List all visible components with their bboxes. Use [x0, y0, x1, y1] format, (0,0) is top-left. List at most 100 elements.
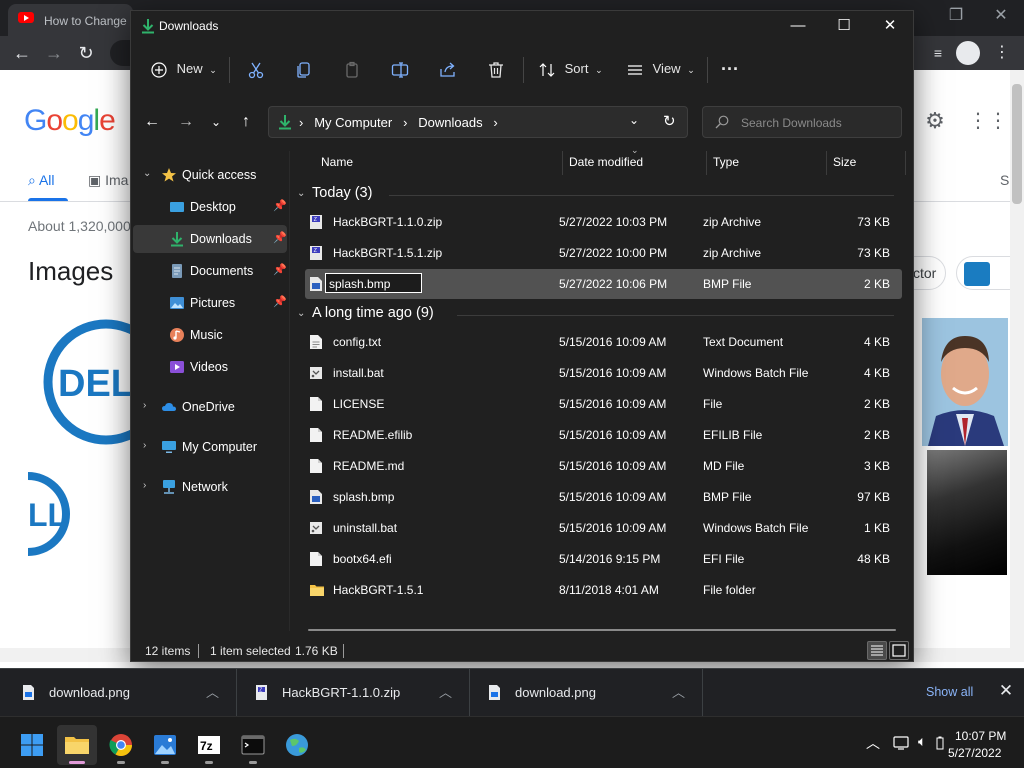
tiles-view-button[interactable]	[889, 641, 909, 660]
title-bar[interactable]: Downloads — ☐ ✕	[131, 11, 913, 41]
nav-item-pictures[interactable]: Pictures 📌	[133, 289, 287, 317]
nav-item-onedrive[interactable]: › OneDrive	[133, 393, 287, 421]
download-item-1[interactable]: download.png ︿	[0, 669, 236, 717]
chevron-up-icon[interactable]: ︿	[206, 682, 219, 701]
close-downloads-bar-icon[interactable]: ✕	[996, 681, 1016, 701]
browser-close-icon[interactable]: ✕	[985, 4, 1017, 28]
chevron-right-icon[interactable]: ›	[143, 480, 146, 491]
rename-button[interactable]	[391, 57, 409, 81]
new-button[interactable]: New ⌄	[151, 57, 217, 81]
taskbar-photos[interactable]	[145, 725, 185, 765]
pin-icon[interactable]: 📌	[273, 295, 287, 308]
cut-button[interactable]	[247, 57, 265, 81]
download-item-3[interactable]: download.png ︿	[470, 669, 702, 717]
chevron-right-icon[interactable]: ›	[143, 400, 146, 411]
back-icon[interactable]: ←	[141, 111, 163, 133]
nav-item-my-computer[interactable]: › My Computer	[133, 433, 287, 461]
clock-date[interactable]: 5/27/2022	[948, 746, 1001, 760]
download-item-2[interactable]: Z HackBGRT-1.1.0.zip ︿	[237, 669, 469, 717]
file-row[interactable]: 5/27/2022 10:06 PM BMP File 2 KB	[305, 269, 902, 299]
chevron-right-icon[interactable]: ›	[143, 440, 146, 451]
chevron-up-icon[interactable]: ︿	[866, 733, 880, 753]
dell-logo-image-2[interactable]: LL	[28, 452, 130, 574]
details-view-button[interactable]	[867, 641, 887, 660]
nav-item-desktop[interactable]: Desktop 📌	[133, 193, 287, 221]
gear-icon[interactable]: ⚙	[922, 108, 948, 134]
more-options-button[interactable]: ···	[721, 57, 739, 81]
file-row[interactable]: config.txt 5/15/2016 10:09 AM Text Documen…	[305, 327, 902, 357]
file-row[interactable]: install.bat 5/15/2016 10:09 AM Windows Bat…	[305, 358, 902, 388]
clock-time[interactable]: 10:07 PM	[955, 729, 1006, 743]
breadcrumb-my-computer[interactable]: My Computer	[314, 115, 392, 130]
media-control-icon[interactable]: ≡	[926, 41, 950, 65]
file-row[interactable]: README.md 5/15/2016 10:09 AM MD File 3 KB	[305, 451, 902, 481]
profile-avatar-icon[interactable]	[956, 41, 980, 65]
chevron-up-icon[interactable]: ︿	[439, 682, 452, 701]
share-button[interactable]	[439, 57, 457, 81]
google-tab-all[interactable]: ⌕ All	[28, 172, 55, 189]
taskbar-terminal[interactable]	[233, 725, 273, 765]
browser-back-icon[interactable]: ←	[10, 41, 34, 65]
group-header-today[interactable]: ⌄ Today (3)	[297, 185, 897, 207]
group-header-long-ago[interactable]: ⌄ A long time ago (9)	[297, 305, 897, 327]
forward-icon[interactable]: →	[175, 111, 197, 133]
dark-photo-image[interactable]	[927, 450, 1007, 575]
file-row[interactable]: HackBGRT-1.5.1 8/11/2018 4:01 AM File fold…	[305, 575, 902, 605]
view-button[interactable]: View ⌄	[627, 57, 695, 81]
address-bar[interactable]: › My Computer › Downloads › ⌄ ↻	[268, 106, 688, 138]
maximize-button[interactable]: ☐	[821, 11, 867, 41]
file-row[interactable]: splash.bmp 5/15/2016 10:09 AM BMP File 97 K…	[305, 482, 902, 512]
pin-icon[interactable]: 📌	[273, 231, 287, 244]
taskbar-globe-app[interactable]	[277, 725, 317, 765]
battery-icon[interactable]	[936, 736, 944, 750]
column-divider[interactable]	[562, 151, 563, 175]
browser-menu-icon[interactable]: ⋮	[990, 41, 1014, 65]
person-photo-image[interactable]	[922, 318, 1008, 446]
nav-item-documents[interactable]: Documents 📌	[133, 257, 287, 285]
rename-input[interactable]	[325, 273, 422, 293]
file-row[interactable]: Z HackBGRT-1.5.1.zip 5/27/2022 10:00 PM zip…	[305, 238, 902, 268]
address-history-icon[interactable]: ⌄	[629, 113, 639, 127]
up-icon[interactable]: ↑	[235, 111, 257, 133]
google-tab-images[interactable]: ▣ Ima	[88, 172, 128, 189]
column-divider[interactable]	[706, 151, 707, 175]
google-tab-partial[interactable]: S	[1000, 172, 1009, 188]
file-row[interactable]: README.efilib 5/15/2016 10:09 AM EFILIB Fi…	[305, 420, 902, 450]
dell-logo-image[interactable]: DEL	[28, 318, 130, 446]
search-box[interactable]: Search Downloads	[702, 106, 902, 138]
nav-item-music[interactable]: Music	[133, 321, 287, 349]
paste-button[interactable]	[343, 57, 361, 81]
restore-window-icon[interactable]: ❐	[940, 4, 972, 28]
column-divider[interactable]	[826, 151, 827, 175]
taskbar-file-explorer[interactable]	[57, 725, 97, 765]
pane-splitter[interactable]	[289, 151, 290, 631]
column-header-size[interactable]: Size	[833, 155, 856, 177]
column-header-name[interactable]: Name	[321, 155, 353, 177]
breadcrumb-downloads[interactable]: Downloads	[418, 115, 482, 130]
pin-icon[interactable]: 📌	[273, 199, 287, 212]
nav-item-downloads[interactable]: Downloads 📌	[133, 225, 287, 253]
delete-button[interactable]	[487, 57, 505, 81]
volume-icon[interactable]: 🔈︎	[918, 733, 926, 750]
pin-icon[interactable]: 📌	[273, 263, 287, 276]
chevron-up-icon[interactable]: ︿	[672, 682, 685, 701]
google-logo[interactable]: Google	[24, 104, 116, 138]
column-header-type[interactable]: Type	[713, 155, 739, 177]
close-window-button[interactable]: ✕	[867, 11, 913, 41]
nav-item-quick-access[interactable]: ⌄ Quick access	[133, 161, 287, 189]
nav-item-network[interactable]: › Network	[133, 473, 287, 501]
file-row[interactable]: bootx64.efi 5/14/2016 9:15 PM EFI File 48 K…	[305, 544, 902, 574]
file-row[interactable]: uninstall.bat 5/15/2016 10:09 AM Windows B…	[305, 513, 902, 543]
column-divider[interactable]	[905, 151, 906, 175]
recent-locations-icon[interactable]: ⌄	[205, 111, 227, 133]
file-row[interactable]: Z HackBGRT-1.1.0.zip 5/27/2022 10:03 PM zip…	[305, 207, 902, 237]
nav-item-videos[interactable]: Videos	[133, 353, 287, 381]
page-scroll-thumb[interactable]	[1012, 84, 1022, 204]
refresh-icon[interactable]: ↻	[663, 112, 676, 130]
start-button[interactable]	[12, 725, 52, 765]
sort-button[interactable]: Sort ⌄	[539, 57, 603, 81]
file-row[interactable]: LICENSE 5/15/2016 10:09 AM File 2 KB	[305, 389, 902, 419]
copy-button[interactable]	[295, 57, 313, 81]
taskbar-7zip[interactable]: 7z	[189, 725, 229, 765]
minimize-button[interactable]: —	[775, 11, 821, 41]
